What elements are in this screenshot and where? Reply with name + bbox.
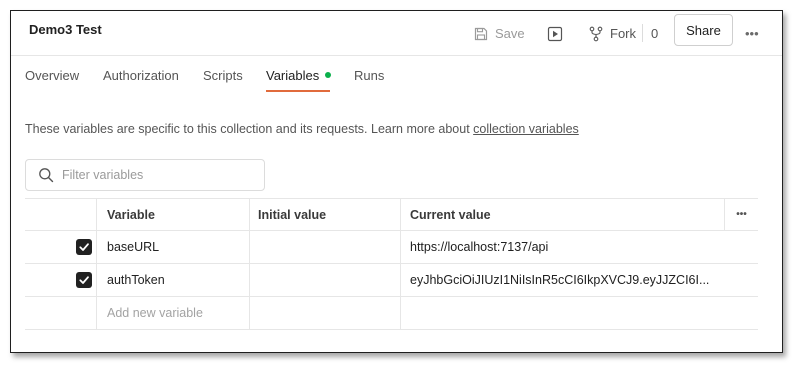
collection-header: Demo3 Test Save Fork 0 Share ••• bbox=[11, 11, 782, 56]
row-checkbox-cell bbox=[25, 264, 97, 296]
current-value-cell[interactable] bbox=[401, 297, 724, 329]
variables-table: Variable Initial value Current value •••… bbox=[25, 198, 758, 330]
save-label: Save bbox=[495, 26, 525, 41]
table-row: baseURL https://localhost:7137/api bbox=[25, 231, 758, 264]
active-tab-indicator bbox=[266, 90, 330, 92]
more-options-icon[interactable]: ••• bbox=[745, 11, 759, 56]
tab-variables-label: Variables bbox=[266, 68, 320, 83]
header-checkbox-cell bbox=[25, 199, 97, 230]
collection-panel: Demo3 Test Save Fork 0 Share ••• Overvie… bbox=[10, 10, 783, 353]
tab-runs[interactable]: Runs bbox=[354, 68, 384, 83]
tab-variables[interactable]: Variables bbox=[266, 68, 332, 83]
tab-authorization[interactable]: Authorization bbox=[103, 68, 179, 83]
current-value-cell[interactable]: https://localhost:7137/api bbox=[401, 231, 724, 263]
variable-name-cell[interactable]: authToken bbox=[97, 264, 250, 296]
add-variable-row: Add new variable bbox=[25, 297, 758, 330]
column-options-icon[interactable]: ••• bbox=[724, 199, 758, 230]
initial-value-cell[interactable] bbox=[250, 264, 401, 296]
row-checkbox-cell bbox=[25, 231, 97, 263]
fork-icon bbox=[589, 26, 603, 41]
fork-count: 0 bbox=[651, 26, 659, 41]
checkmark-icon bbox=[79, 276, 89, 284]
unsaved-dot-icon bbox=[325, 72, 332, 78]
collection-variables-link[interactable]: collection variables bbox=[473, 122, 579, 136]
table-header-row: Variable Initial value Current value ••• bbox=[25, 198, 758, 231]
tab-overview[interactable]: Overview bbox=[25, 68, 79, 83]
collection-tabs: Overview Authorization Scripts Variables… bbox=[11, 56, 782, 92]
add-new-variable-input[interactable]: Add new variable bbox=[97, 297, 250, 329]
collection-title: Demo3 Test bbox=[29, 22, 102, 37]
column-header-current-value: Current value bbox=[410, 207, 491, 222]
fork-button[interactable]: Fork bbox=[588, 11, 636, 56]
enabled-checkbox[interactable] bbox=[76, 272, 92, 288]
initial-value-cell[interactable] bbox=[250, 231, 401, 263]
row-checkbox-cell bbox=[25, 297, 97, 329]
run-button[interactable] bbox=[547, 11, 563, 56]
filter-variables-box[interactable] bbox=[25, 159, 265, 191]
current-value-cell[interactable]: eyJhbGciOiJIUzI1NiIsInR5cCI6IkpXVCJ9.eyJ… bbox=[401, 264, 724, 296]
column-header-variable: Variable bbox=[97, 199, 250, 230]
enabled-checkbox[interactable] bbox=[76, 239, 92, 255]
share-button[interactable]: Share bbox=[674, 14, 733, 46]
column-header-initial-value: Initial value bbox=[250, 199, 401, 230]
checkmark-icon bbox=[79, 243, 89, 251]
tab-scripts[interactable]: Scripts bbox=[203, 68, 243, 83]
play-icon bbox=[547, 26, 563, 41]
initial-value-cell[interactable] bbox=[250, 297, 401, 329]
header-divider bbox=[642, 24, 643, 42]
search-icon bbox=[39, 168, 54, 183]
variable-name-cell[interactable]: baseURL bbox=[97, 231, 250, 263]
filter-variables-input[interactable] bbox=[62, 168, 252, 182]
save-button[interactable]: Save bbox=[473, 11, 525, 56]
table-row: authToken eyJhbGciOiJIUzI1NiIsInR5cCI6Ik… bbox=[25, 264, 758, 297]
save-icon bbox=[474, 27, 488, 40]
description-text: These variables are specific to this col… bbox=[25, 122, 474, 136]
variables-description: These variables are specific to this col… bbox=[25, 122, 579, 136]
fork-label: Fork bbox=[610, 26, 636, 41]
